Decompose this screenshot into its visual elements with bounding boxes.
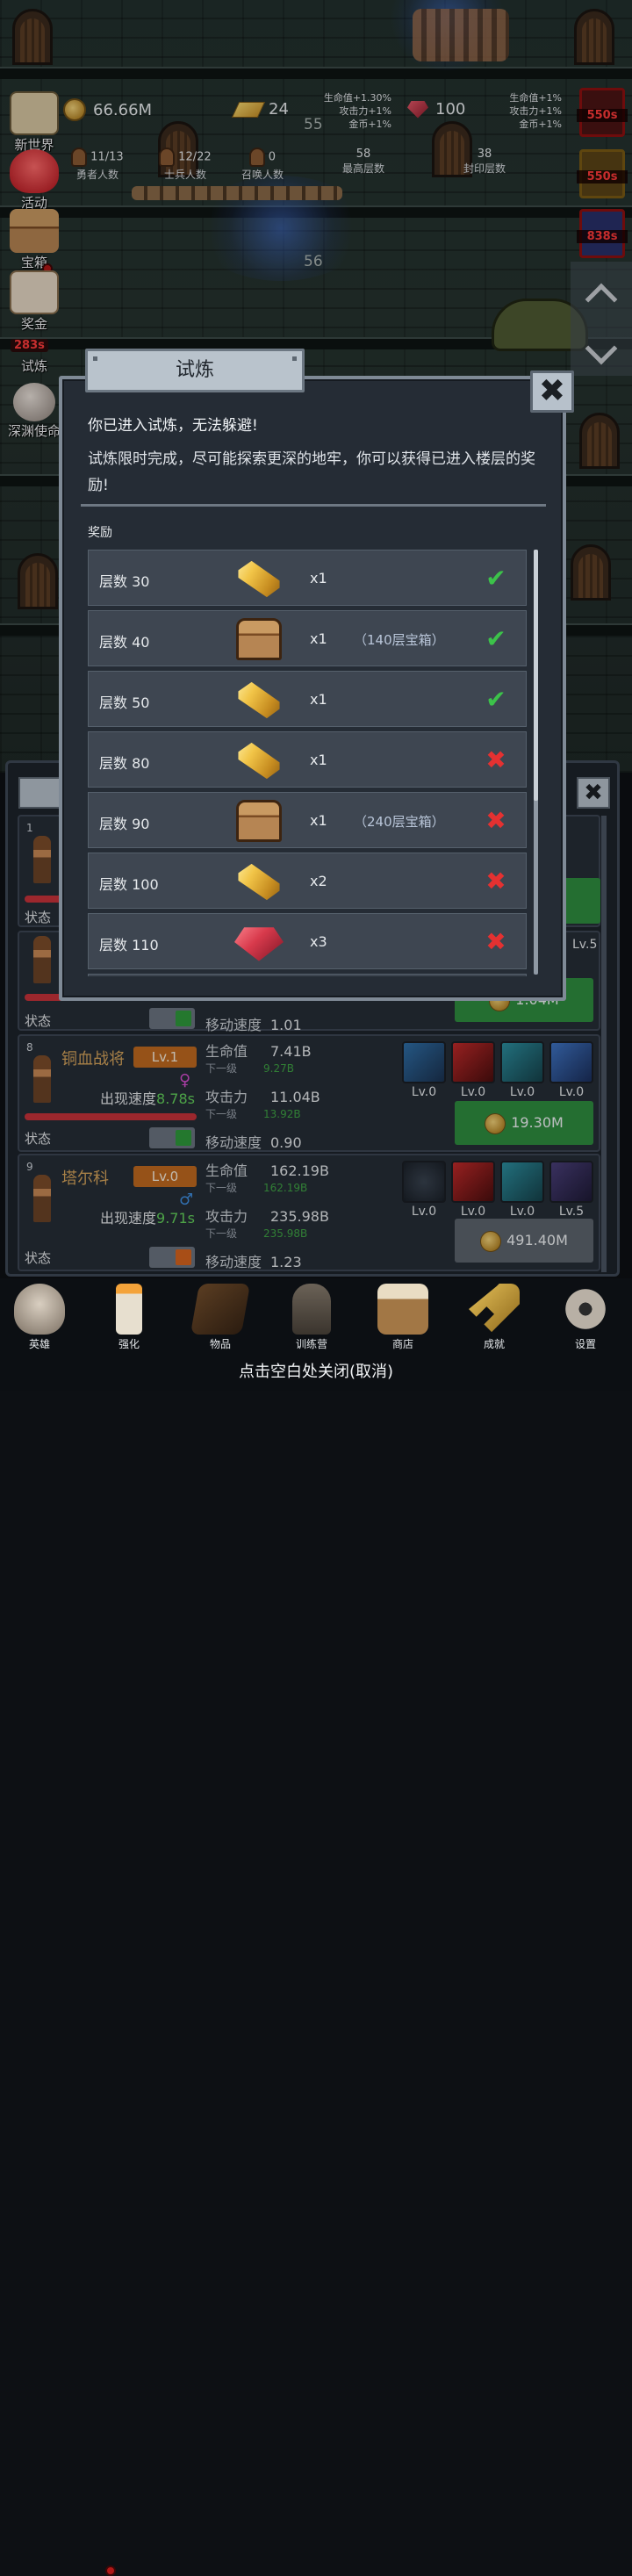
reward-qty: x1 (310, 752, 327, 768)
gear-icon (560, 1284, 611, 1335)
divider (81, 504, 546, 507)
modal-title: 试炼 (85, 349, 305, 392)
cross-icon: ✖ (485, 927, 506, 956)
check-icon: ✔ (485, 564, 506, 593)
reward-qty: x2 (310, 873, 327, 889)
reward-row: 层数 40 x1 （140层宝箱） ✔ (88, 610, 527, 666)
ruby-icon (234, 927, 284, 961)
notification-dot (105, 2565, 116, 2576)
candle-icon (116, 1284, 142, 1335)
reward-qty: x1 (310, 630, 327, 647)
reward-row: 层数 100 x2 ✖ (88, 853, 527, 909)
gold-bar-icon (238, 742, 280, 780)
reward-row: 层数 110 x3 ✖ (88, 913, 527, 969)
reward-row: 层数 90 x1 （240层宝箱） ✖ (88, 792, 527, 848)
reward-row: 层数 80 x1 ✖ (88, 731, 527, 788)
reward-qty: x3 (310, 933, 327, 950)
lantern-icon (292, 1284, 331, 1335)
reward-floor: 层数 100 (99, 876, 159, 893)
chest-icon (236, 800, 282, 842)
gold-bar-icon (238, 863, 280, 901)
check-icon: ✔ (485, 624, 506, 653)
reward-row: 层数 30 x1 ✔ (88, 550, 527, 606)
chest-icon (236, 618, 282, 660)
nav-heroes[interactable]: 英雄 (7, 1284, 72, 1351)
nav-training[interactable]: 训练营 (279, 1284, 344, 1351)
reward-floor: 层数 40 (99, 634, 150, 651)
gold-bar-icon (238, 560, 280, 598)
nav-settings[interactable]: 设置 (553, 1284, 618, 1351)
trial-description: 试炼限时完成，尽可能探索更深的地牢，你可以获得已进入楼层的奖励! (88, 450, 535, 494)
reward-scroll-thumb[interactable] (534, 550, 538, 801)
trial-notice: 你已进入试炼，无法躲避! (88, 417, 258, 435)
cross-icon: ✖ (485, 806, 506, 835)
check-icon: ✔ (485, 685, 506, 714)
reward-row: 层数 50 x1 ✔ (88, 671, 527, 727)
mug-icon (377, 1284, 428, 1335)
close-hint[interactable]: 点击空白处关闭(取消) (0, 1359, 632, 1382)
gold-bar-icon (238, 681, 280, 719)
skull-icon (14, 1284, 65, 1335)
reward-floor: 层数 90 (99, 816, 150, 832)
reward-floor: 层数 30 (99, 573, 150, 590)
cross-icon: ✖ (485, 867, 506, 896)
nav-achievements[interactable]: 成就 (462, 1284, 527, 1351)
key-icon (469, 1284, 520, 1333)
reward-qty: x1 (310, 691, 327, 708)
reward-row (88, 974, 527, 976)
nav-items[interactable]: 物品 (188, 1284, 253, 1351)
close-icon[interactable]: ✖ (530, 371, 574, 413)
nav-enhance[interactable]: 强化 (97, 1284, 162, 1351)
reward-floor: 层数 110 (99, 937, 159, 953)
reward-floor: 层数 50 (99, 694, 150, 711)
reward-list[interactable]: 层数 30 x1 ✔ 层数 40 x1 （140层宝箱） ✔ 层数 50 x1 … (88, 550, 527, 976)
book-icon (190, 1284, 251, 1335)
reward-note: （240层宝箱） (354, 814, 445, 830)
reward-qty: x1 (310, 570, 327, 586)
reward-note: （140层宝箱） (354, 632, 445, 648)
nav-shop[interactable]: 商店 (370, 1284, 435, 1351)
cross-icon: ✖ (485, 745, 506, 774)
reward-floor: 层数 80 (99, 755, 150, 772)
reward-qty: x1 (310, 812, 327, 829)
reward-header: 奖励 (88, 526, 112, 540)
